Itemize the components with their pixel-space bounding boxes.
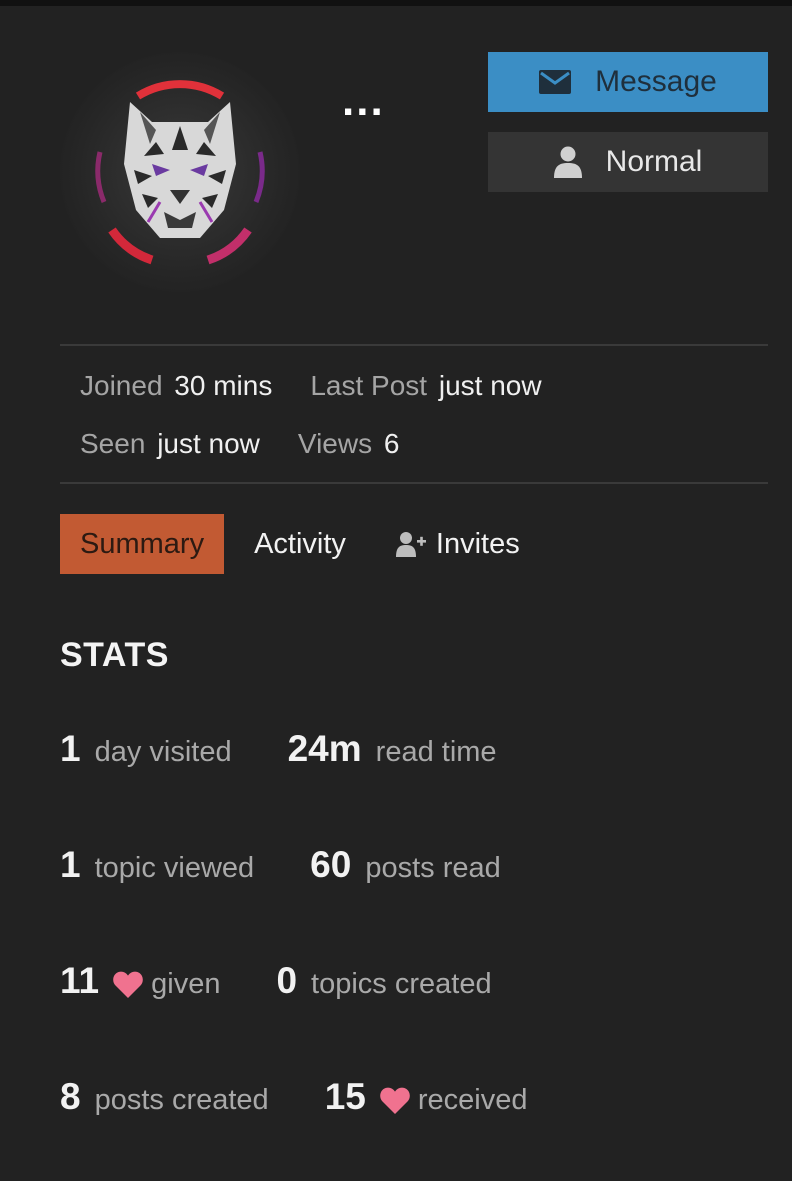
heart-icon — [113, 971, 143, 998]
stat-read-time: 24m read time — [288, 728, 497, 770]
tab-summary-label: Summary — [80, 527, 205, 560]
seen-info: Seen just now — [80, 428, 260, 459]
stats-heading: STATS — [60, 636, 169, 674]
views-info: Views 6 — [298, 428, 400, 459]
stat-posts-read: 60 posts read — [310, 844, 501, 886]
stat-topics-created: 0 topics created — [276, 960, 491, 1002]
stats-row-4: 8 posts created 15 received — [60, 1076, 583, 1118]
trust-level-label: Normal — [605, 145, 703, 178]
stat-posts-read-label: posts read — [365, 852, 501, 884]
stat-likes-given: 11 given — [60, 960, 220, 1002]
user-icon — [553, 146, 582, 178]
last-post-label: Last Post — [310, 370, 428, 401]
meta-row-1: Joined 30 mins Last Post just now — [80, 370, 580, 402]
stat-posts-read-value: 60 — [310, 844, 352, 885]
stat-days-visited: 1 day visited — [60, 728, 232, 770]
divider-top — [60, 344, 768, 346]
avatar[interactable] — [60, 52, 300, 292]
top-bar — [0, 0, 792, 6]
profile-tabs: Summary Activity Invites — [60, 514, 540, 574]
stat-topics-viewed: 1 topic viewed — [60, 844, 254, 886]
joined-info: Joined 30 mins — [80, 370, 272, 401]
heart-icon — [380, 1087, 410, 1114]
joined-label: Joined — [80, 370, 163, 401]
views-label: Views — [297, 428, 373, 459]
username: ... — [342, 76, 385, 125]
user-plus-icon — [395, 531, 426, 557]
seen-label: Seen — [80, 428, 146, 459]
stats-row-1: 1 day visited 24m read time — [60, 728, 553, 770]
stat-read-time-label: read time — [375, 736, 497, 768]
stat-likes-received: 15 received — [325, 1076, 528, 1118]
views-value: 6 — [383, 428, 400, 459]
stat-read-time-value: 24m — [287, 728, 362, 769]
message-button[interactable]: Message — [488, 52, 768, 112]
divider-bottom — [60, 482, 768, 484]
stats-row-3: 11 given 0 topics created — [60, 960, 548, 1002]
tiger-avatar-image — [95, 80, 265, 265]
stats-row-2: 1 topic viewed 60 posts read — [60, 844, 557, 886]
stat-posts-created-value: 8 — [60, 1076, 81, 1117]
stat-topics-viewed-value: 1 — [60, 844, 81, 885]
stat-likes-given-value: 11 — [60, 960, 100, 1001]
tab-invites[interactable]: Invites — [366, 514, 540, 574]
envelope-icon — [539, 70, 572, 94]
stat-posts-created-label: posts created — [94, 1084, 269, 1116]
tab-summary[interactable]: Summary — [60, 514, 225, 574]
stat-days-visited-value: 1 — [60, 728, 81, 769]
message-button-label: Message — [595, 65, 717, 98]
stat-likes-received-value: 15 — [324, 1076, 366, 1117]
stat-topics-created-value: 0 — [276, 960, 298, 1001]
tab-activity-label: Activity — [254, 527, 346, 560]
last-post-value[interactable]: just now — [439, 370, 542, 401]
stat-days-visited-label: day visited — [94, 736, 232, 768]
joined-value: 30 mins — [174, 370, 273, 401]
last-post-info: Last Post just now — [310, 370, 541, 401]
tab-activity[interactable]: Activity — [224, 514, 366, 574]
stat-posts-created: 8 posts created — [60, 1076, 269, 1118]
meta-row-2: Seen just now Views 6 — [80, 428, 437, 460]
stat-likes-given-label: given — [151, 968, 221, 1000]
seen-value: just now — [157, 428, 260, 459]
stat-topics-viewed-label: topic viewed — [94, 852, 255, 884]
stat-likes-received-label: received — [417, 1084, 528, 1116]
tab-invites-label: Invites — [435, 527, 520, 560]
stat-topics-created-label: topics created — [311, 968, 492, 1000]
trust-level-button[interactable]: Normal — [488, 132, 768, 192]
